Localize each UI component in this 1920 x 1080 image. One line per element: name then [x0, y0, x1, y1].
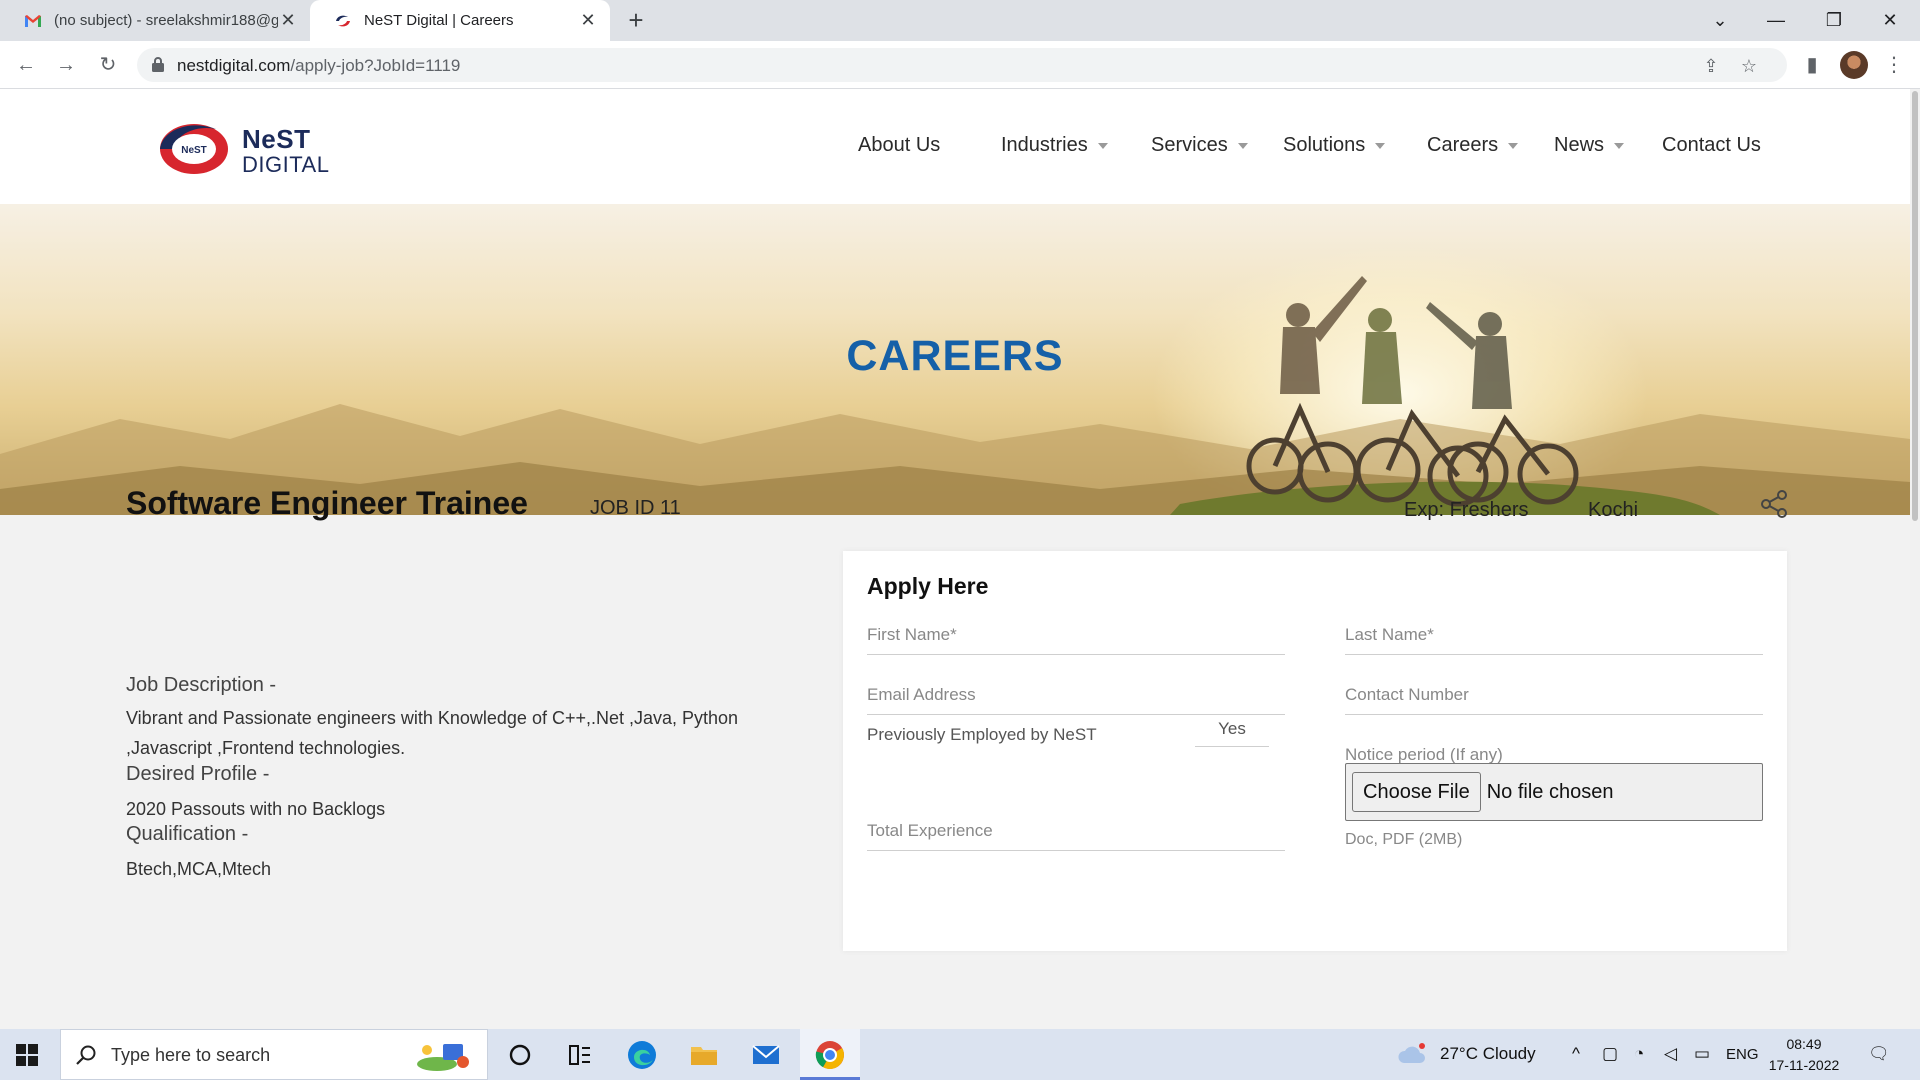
nest-logo-mark: NeST — [160, 124, 228, 174]
input-language[interactable]: ENG — [1726, 1046, 1759, 1063]
nav-solutions[interactable]: Solutions — [1283, 134, 1386, 157]
desired-profile-heading: Desired Profile - — [126, 763, 270, 785]
close-tab-icon[interactable]: ✕ — [578, 10, 598, 31]
qualification-text: Btech,MCA,Mtech — [126, 859, 272, 879]
chevron-down-icon — [1375, 142, 1386, 149]
choose-file-button[interactable]: Choose File — [1352, 772, 1481, 812]
reload-icon[interactable]: ↻ — [94, 51, 122, 79]
search-highlight-icon[interactable] — [413, 1040, 475, 1072]
minimize-button[interactable]: — — [1748, 0, 1804, 41]
email-field[interactable]: Email Address — [867, 677, 1285, 715]
battery-icon[interactable]: ▭ — [1694, 1044, 1710, 1064]
file-explorer-icon[interactable] — [688, 1039, 720, 1071]
scrollbar-thumb[interactable] — [1912, 91, 1918, 521]
chevron-down-icon — [1097, 142, 1108, 149]
tab-nest-careers[interactable]: NeST Digital | Careers ✕ — [310, 0, 610, 41]
logo-text-digital: DIGITAL — [242, 152, 330, 177]
close-window-button[interactable]: ✕ — [1862, 0, 1918, 41]
chrome-icon — [815, 1041, 844, 1069]
apply-form-title: Apply Here — [867, 573, 989, 599]
nav-careers[interactable]: Careers — [1427, 134, 1519, 157]
job-description-heading: Job Description - — [126, 674, 277, 696]
nav-services[interactable]: Services — [1151, 134, 1248, 157]
tab-search-chevron-icon[interactable]: ⌄ — [1692, 0, 1748, 41]
first-name-field[interactable]: First Name* — [867, 617, 1285, 655]
browser-tab-strip: (no subject) - sreelakshmir188@g ✕ NeST … — [0, 0, 1920, 41]
share-page-icon[interactable]: ⇪ — [1699, 54, 1723, 78]
show-hidden-icons-icon[interactable]: ^ — [1572, 1044, 1580, 1064]
nav-about-us[interactable]: About Us — [858, 134, 940, 157]
page-title: CAREERS — [846, 332, 1064, 380]
clock-time: 08:49 — [1786, 1036, 1822, 1052]
search-icon — [76, 1045, 96, 1065]
volume-icon[interactable]: ◁ — [1664, 1044, 1677, 1064]
chevron-down-icon — [1614, 142, 1625, 149]
tab-title: (no subject) - sreelakshmir188@g — [54, 12, 278, 29]
weather-cloud-icon[interactable] — [1396, 1039, 1428, 1071]
nest-icon — [336, 15, 350, 26]
previously-employed-label: Previously Employed by NeST — [867, 725, 1097, 744]
chrome-taskbar-button[interactable] — [800, 1029, 860, 1080]
address-bar: ← → ↻ nestdigital.com/apply-job?JobId=11… — [0, 41, 1920, 89]
job-location: Kochi — [1588, 499, 1639, 521]
bookmark-star-icon[interactable]: ☆ — [1737, 54, 1761, 78]
search-placeholder: Type here to search — [111, 1045, 271, 1065]
meet-now-icon[interactable]: ▢ — [1602, 1044, 1618, 1064]
file-status-text: No file chosen — [1486, 780, 1614, 803]
file-format-note: Doc, PDF (2MB) — [1345, 831, 1463, 848]
chevron-down-icon — [1237, 142, 1248, 149]
browser-menu-icon[interactable]: ⋮ — [1880, 51, 1908, 79]
profile-avatar[interactable] — [1840, 51, 1868, 79]
windows-start-icon[interactable] — [16, 1044, 38, 1066]
tab-gmail[interactable]: (no subject) - sreelakshmir188@g ✕ — [0, 0, 310, 41]
gmail-icon — [25, 14, 41, 27]
hero-banner: CAREERS — [0, 204, 1910, 515]
contact-number-field[interactable]: Contact Number — [1345, 677, 1763, 715]
network-icon[interactable]: ◔ — [1634, 1044, 1644, 1064]
svg-text:NeST: NeST — [181, 145, 207, 156]
forward-icon[interactable]: → — [52, 51, 80, 79]
tab-title: NeST Digital | Careers — [364, 12, 514, 29]
page-scrollbar[interactable] — [1910, 89, 1920, 1029]
windows-taskbar: Type here to search 27°C Cloudy ^ ▢ ◔ ◁ … — [0, 1029, 1920, 1080]
mail-icon[interactable] — [750, 1039, 782, 1071]
chevron-down-icon — [1508, 142, 1519, 149]
last-name-field[interactable]: Last Name* — [1345, 617, 1763, 655]
system-clock[interactable]: 08:49 17-11-2022 — [1768, 1034, 1840, 1076]
share-icon[interactable] — [1759, 489, 1789, 519]
restore-button[interactable]: ❐ — [1806, 0, 1862, 41]
close-tab-icon[interactable]: ✕ — [278, 10, 298, 31]
site-header: NeST NeST DIGITAL About Us Industries Se… — [0, 89, 1910, 204]
job-experience: Exp: Freshers — [1404, 499, 1529, 521]
weather-text[interactable]: 27°C Cloudy — [1440, 1044, 1536, 1064]
clock-date: 17-11-2022 — [1768, 1057, 1840, 1073]
nav-contact-us[interactable]: Contact Us — [1662, 134, 1761, 157]
new-tab-button[interactable]: + — [622, 6, 650, 34]
desired-profile-text: 2020 Passouts with no Backlogs — [126, 799, 386, 819]
side-panel-icon[interactable]: ▮ — [1798, 51, 1826, 79]
nest-digital-logo[interactable]: NeST NeST DIGITAL — [158, 121, 329, 181]
resume-file-input[interactable]: Choose File No file chosen — [1345, 763, 1763, 821]
job-description-text: Vibrant and Passionate engineers with Kn… — [126, 708, 739, 758]
job-title: Software Engineer Trainee — [126, 485, 528, 521]
edge-browser-icon[interactable] — [626, 1039, 658, 1071]
taskbar-search-input[interactable]: Type here to search — [60, 1029, 488, 1080]
logo-text-nest: NeST — [242, 124, 311, 154]
total-experience-field[interactable]: Total Experience — [867, 813, 1285, 851]
cortana-icon[interactable] — [504, 1039, 536, 1071]
back-icon[interactable]: ← — [12, 51, 40, 79]
task-view-icon[interactable] — [564, 1039, 596, 1071]
url-text: nestdigital.com/apply-job?JobId=1119 — [177, 56, 461, 75]
notifications-icon[interactable]: 🗨 — [1868, 1044, 1890, 1064]
qualification-heading: Qualification - — [126, 823, 249, 845]
previously-employed-select[interactable]: Yes — [1195, 711, 1269, 747]
lock-icon — [152, 57, 164, 72]
job-id: JOB ID 11 — [590, 497, 681, 519]
nav-industries[interactable]: Industries — [1001, 134, 1108, 157]
web-page: NeST NeST DIGITAL About Us Industries Se… — [0, 89, 1910, 1029]
apply-form-card: Apply Here First Name* Last Name* Email … — [843, 551, 1787, 951]
url-input[interactable]: nestdigital.com/apply-job?JobId=1119 ⇪ ☆ — [137, 48, 1787, 82]
nav-news[interactable]: News — [1554, 134, 1625, 157]
